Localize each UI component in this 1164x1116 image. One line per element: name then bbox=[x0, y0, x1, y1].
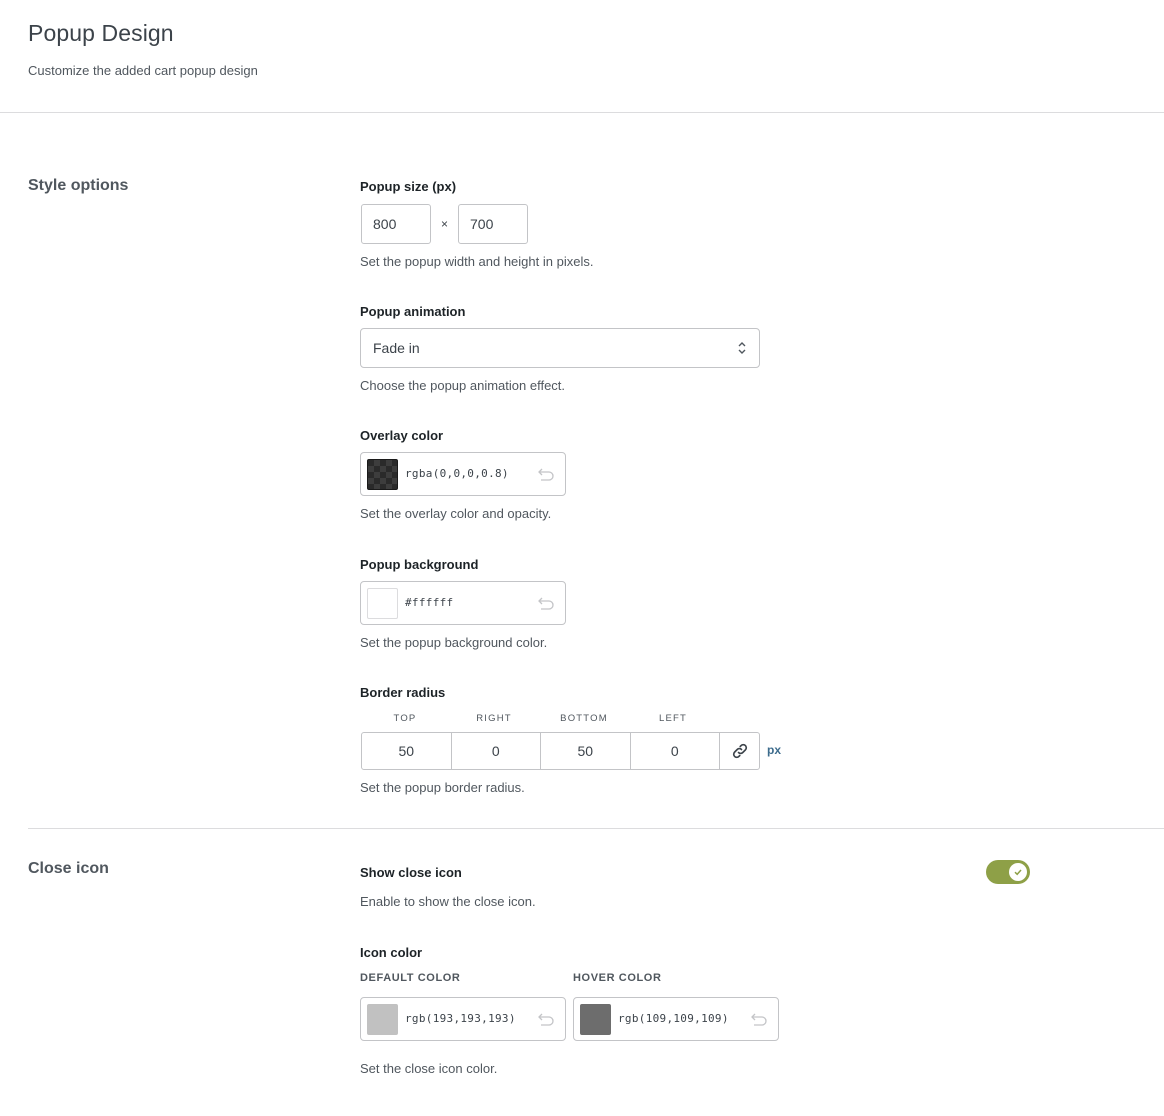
border-radius-unit[interactable]: px bbox=[767, 743, 781, 757]
popup-background-label: Popup background bbox=[360, 557, 479, 572]
check-icon bbox=[1014, 869, 1022, 876]
border-radius-top-label: TOP bbox=[393, 713, 417, 724]
popup-background-description: Set the popup background color. bbox=[360, 635, 548, 650]
icon-color-label: Icon color bbox=[360, 945, 423, 960]
border-radius-description: Set the popup border radius. bbox=[360, 780, 525, 795]
border-radius-right-label: RIGHT bbox=[476, 713, 512, 724]
reset-icon[interactable] bbox=[537, 1012, 555, 1026]
border-radius-bottom-label: BOTTOM bbox=[560, 713, 608, 724]
show-close-icon-toggle[interactable] bbox=[986, 860, 1030, 884]
overlay-color-swatch[interactable] bbox=[367, 459, 398, 490]
popup-background-swatch[interactable] bbox=[367, 588, 398, 619]
popup-size-label: Popup size (px) bbox=[360, 179, 457, 194]
page-title: Popup Design bbox=[28, 20, 174, 46]
overlay-color-value[interactable]: rgba(0,0,0,0.8) bbox=[405, 467, 509, 480]
show-close-icon-label: Show close icon bbox=[360, 865, 462, 880]
reset-icon[interactable] bbox=[537, 596, 555, 610]
border-radius-right-input[interactable]: 0 bbox=[452, 733, 541, 769]
link-values-button[interactable] bbox=[720, 733, 759, 769]
overlay-color-description: Set the overlay color and opacity. bbox=[360, 506, 552, 521]
toggle-knob bbox=[1009, 863, 1027, 881]
default-color-value[interactable]: rgb(193,193,193) bbox=[405, 1012, 516, 1025]
hover-color-value[interactable]: rgb(109,109,109) bbox=[618, 1012, 729, 1025]
show-close-icon-description: Enable to show the close icon. bbox=[360, 894, 536, 909]
reset-icon[interactable] bbox=[537, 467, 555, 481]
reset-icon[interactable] bbox=[750, 1012, 768, 1026]
hover-color-label: HOVER COLOR bbox=[573, 972, 662, 984]
border-radius-inputs: 50 0 50 0 bbox=[361, 732, 760, 770]
popup-height-input[interactable]: 700 bbox=[458, 204, 528, 244]
default-color-label: DEFAULT COLOR bbox=[360, 972, 461, 984]
popup-animation-label: Popup animation bbox=[360, 304, 466, 319]
border-radius-top-input[interactable]: 50 bbox=[362, 733, 452, 769]
popup-background-value[interactable]: #ffffff bbox=[405, 596, 453, 609]
page-subtitle: Customize the added cart popup design bbox=[28, 63, 258, 78]
icon-color-description: Set the close icon color. bbox=[360, 1061, 498, 1076]
border-radius-left-label: LEFT bbox=[658, 713, 688, 724]
page-header: Popup Design Customize the added cart po… bbox=[0, 0, 1164, 113]
popup-animation-select[interactable]: Fade in bbox=[360, 328, 760, 368]
popup-width-input[interactable]: 800 bbox=[361, 204, 431, 244]
overlay-color-field[interactable]: rgba(0,0,0,0.8) bbox=[360, 452, 566, 496]
link-icon bbox=[732, 743, 747, 759]
size-separator: × bbox=[441, 217, 449, 231]
border-radius-label: Border radius bbox=[360, 685, 446, 700]
border-radius-left-input[interactable]: 0 bbox=[631, 733, 720, 769]
default-color-field[interactable]: rgb(193,193,193) bbox=[360, 997, 566, 1041]
select-arrows-icon bbox=[738, 342, 746, 354]
popup-background-field[interactable]: #ffffff bbox=[360, 581, 566, 625]
hover-color-field[interactable]: rgb(109,109,109) bbox=[573, 997, 779, 1041]
default-color-swatch[interactable] bbox=[367, 1004, 398, 1035]
popup-size-description: Set the popup width and height in pixels… bbox=[360, 254, 594, 269]
hover-color-swatch[interactable] bbox=[580, 1004, 611, 1035]
popup-animation-description: Choose the popup animation effect. bbox=[360, 378, 566, 393]
section-divider bbox=[28, 828, 1164, 829]
section-title-close-icon: Close icon bbox=[28, 860, 109, 877]
border-radius-bottom-input[interactable]: 50 bbox=[541, 733, 631, 769]
popup-animation-value: Fade in bbox=[373, 340, 420, 356]
overlay-color-label: Overlay color bbox=[360, 428, 444, 443]
section-title-style-options: Style options bbox=[28, 177, 129, 194]
